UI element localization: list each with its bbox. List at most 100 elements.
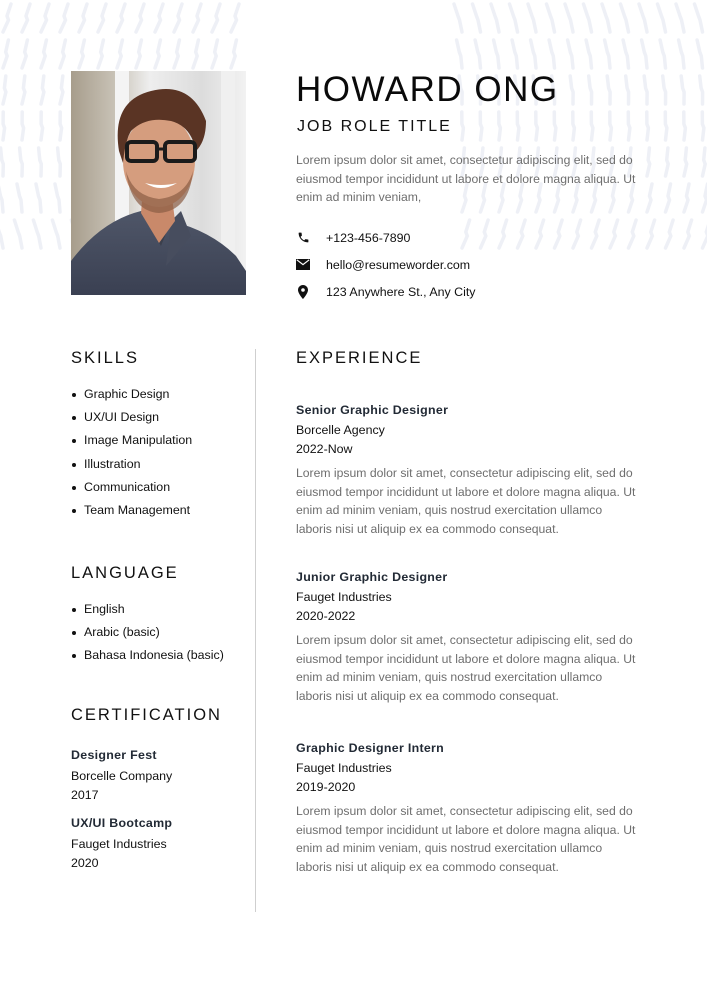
pattern-dash — [663, 182, 673, 214]
job-title: Junior Graphic Designer — [296, 570, 448, 584]
job-company: Fauget Industries — [296, 590, 392, 604]
pattern-dash — [50, 218, 62, 250]
pattern-dash — [489, 2, 501, 34]
pattern-dash — [96, 2, 108, 34]
job-description: Lorem ipsum dolor sit amet, consectetur … — [296, 466, 636, 537]
job-period: 2019-2020 — [296, 780, 356, 794]
pattern-dash — [134, 2, 146, 34]
pattern-dash — [210, 38, 220, 70]
pattern-dash — [660, 74, 668, 106]
skills-heading: SKILLS — [71, 349, 139, 367]
pattern-dash — [645, 110, 651, 142]
pattern-dash — [478, 218, 490, 250]
pattern-dash — [36, 146, 44, 178]
dash-pattern-right — [452, 2, 707, 250]
pattern-dash — [115, 38, 125, 70]
pattern-dash — [655, 2, 668, 34]
pattern-dash — [460, 110, 466, 142]
pattern-dash — [210, 2, 222, 34]
candidate-name: HOWARD ONG — [296, 70, 559, 109]
pattern-dash — [229, 38, 239, 70]
pattern-dash — [621, 38, 631, 70]
certification-entry: Designer Fest Borcelle Company 2017 — [71, 745, 172, 805]
experience-entry: Senior Graphic Designer Borcelle Agency … — [296, 400, 641, 539]
pattern-dash — [700, 223, 707, 250]
pattern-dash — [12, 218, 24, 250]
pattern-dash — [642, 74, 649, 106]
pattern-dash — [53, 182, 62, 214]
street-address: 123 Anywhere St., Any City — [326, 284, 476, 299]
pattern-dash — [682, 182, 691, 214]
pattern-dash — [626, 218, 638, 250]
pattern-dash — [682, 218, 694, 250]
portrait-illustration — [71, 71, 246, 295]
job-title: Graphic Designer Intern — [296, 741, 445, 755]
pattern-dash — [623, 74, 631, 106]
certification-org: Fauget Industries — [71, 837, 167, 851]
mail-icon — [296, 258, 310, 272]
pattern-dash — [544, 2, 557, 34]
pattern-dash — [563, 2, 575, 34]
pattern-dash — [454, 38, 464, 70]
job-description: Lorem ipsum dolor sit amet, consectetur … — [296, 804, 636, 875]
pattern-dash — [39, 38, 49, 70]
job-title: Senior Graphic Designer — [296, 403, 449, 417]
email-address[interactable]: hello@resumeworder.com — [326, 258, 470, 272]
pattern-dash — [1, 74, 8, 106]
pattern-dash — [568, 74, 575, 106]
phone-number[interactable]: +123-456-7890 — [326, 231, 410, 245]
pattern-dash — [96, 38, 106, 70]
pattern-dash — [20, 38, 30, 70]
skill-item: Communication — [71, 476, 192, 499]
pattern-dash — [589, 218, 601, 250]
pattern-dash — [679, 74, 686, 106]
column-divider — [255, 349, 256, 912]
pattern-dash — [645, 182, 654, 214]
pattern-dash — [584, 38, 594, 70]
pattern-dash — [639, 38, 649, 70]
pattern-dash — [663, 218, 675, 250]
pattern-dash — [473, 38, 483, 70]
pattern-dash — [534, 218, 546, 250]
certification-heading: CERTIFICATION — [71, 706, 222, 724]
pattern-dash — [1, 110, 7, 142]
pattern-dash — [565, 38, 575, 70]
location-pin-icon — [296, 284, 310, 299]
pattern-dash — [552, 218, 564, 250]
pattern-dash — [676, 38, 686, 70]
skill-item: Illustration — [71, 453, 192, 476]
contact-address: 123 Anywhere St., Any City — [296, 278, 475, 305]
skill-item: UX/UI Design — [71, 406, 192, 429]
pattern-dash — [191, 2, 203, 34]
pattern-dash — [229, 2, 241, 34]
pattern-dash — [600, 2, 612, 34]
pattern-dash — [153, 38, 163, 70]
pattern-dash — [497, 218, 509, 250]
pattern-dash — [20, 2, 32, 34]
experience-heading: EXPERIENCE — [296, 349, 423, 367]
pattern-dash — [20, 110, 26, 142]
pattern-dash — [497, 110, 503, 142]
pattern-dash — [692, 2, 705, 34]
pattern-dash — [571, 110, 577, 142]
experience-entry: Junior Graphic Designer Fauget Industrie… — [296, 567, 641, 706]
pattern-dash — [491, 38, 501, 70]
certification-title: UX/UI Bootcamp — [71, 816, 173, 830]
pattern-dash — [658, 38, 668, 70]
pattern-dash — [547, 38, 557, 70]
pattern-dash — [470, 2, 483, 34]
pattern-dash — [1, 38, 11, 70]
contact-phone: +123-456-7890 — [296, 224, 475, 251]
pattern-dash — [172, 38, 182, 70]
pattern-dash — [153, 2, 165, 34]
language-item: English — [71, 598, 224, 621]
pattern-dash — [697, 74, 705, 106]
phone-icon — [296, 231, 310, 245]
pattern-dash — [77, 2, 89, 34]
pattern-dash — [478, 110, 484, 142]
pattern-dash — [452, 2, 464, 34]
pattern-dash — [58, 110, 64, 142]
pattern-dash — [115, 2, 127, 34]
pattern-dash — [77, 38, 87, 70]
job-period: 2022-Now — [296, 442, 353, 456]
